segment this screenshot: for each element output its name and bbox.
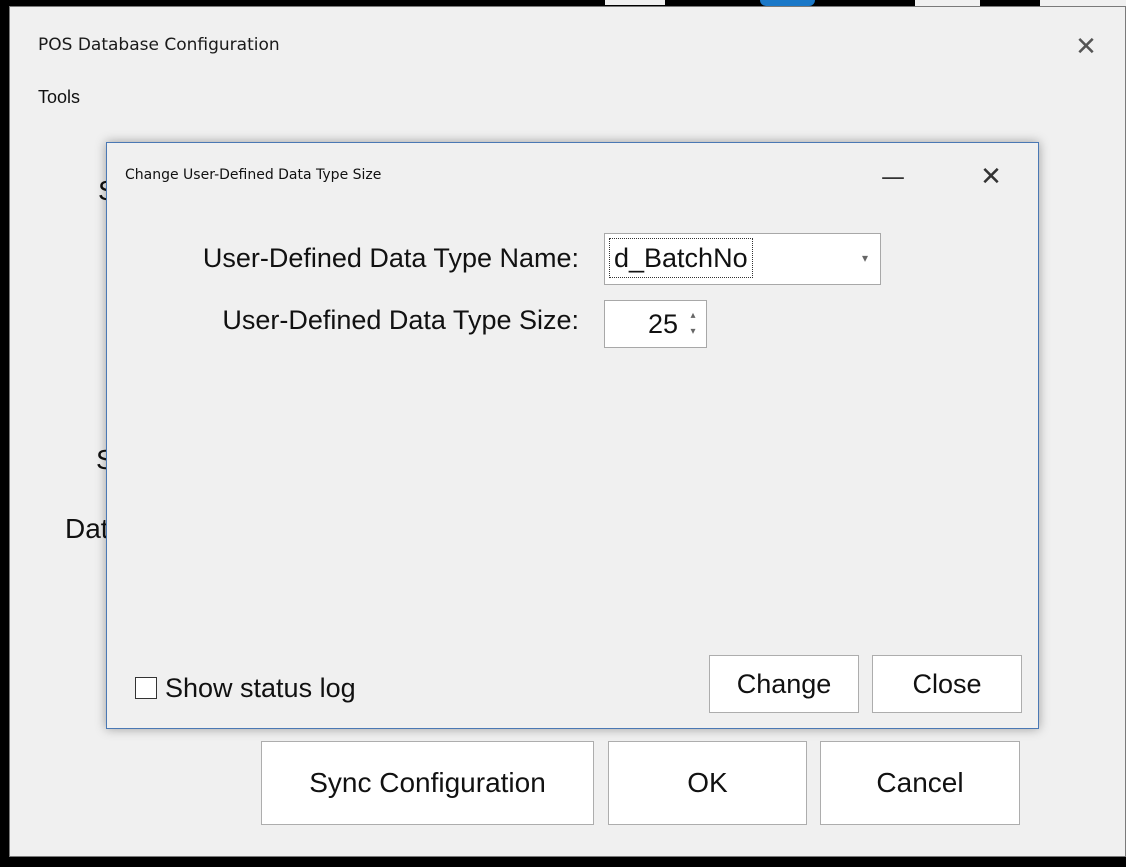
minimize-icon[interactable]: — [875,159,911,195]
dialog-title: Change User-Defined Data Type Size [125,167,382,183]
chevron-down-icon[interactable]: ▾ [856,246,874,270]
spin-down-icon[interactable]: ▾ [686,325,700,339]
main-window-title: POS Database Configuration [38,35,280,55]
data-type-size-value: 25 [647,309,678,339]
sync-configuration-button[interactable]: Sync Configuration [261,741,594,825]
spin-up-icon[interactable]: ▴ [686,309,700,323]
desktop-window-fragment [605,0,665,5]
desktop-bottom-strip [0,857,1126,867]
data-type-size-label: User-Defined Data Type Size: [222,305,579,335]
data-type-name-label: User-Defined Data Type Name: [202,243,579,273]
cancel-button[interactable]: Cancel [820,741,1020,825]
dialog-close-icon[interactable]: ✕ [973,159,1009,195]
data-type-name-value: d_BatchNo [609,238,753,278]
spin-buttons: ▴ ▾ [686,309,700,339]
show-status-log-label: Show status log [165,672,356,703]
close-button[interactable]: Close [872,655,1022,713]
menu-tools[interactable]: Tools [38,87,80,108]
change-button[interactable]: Change [709,655,859,713]
obscured-label-fragment: Dat [65,513,109,544]
change-data-type-size-dialog: Change User-Defined Data Type Size — ✕ U… [106,142,1039,729]
main-close-icon[interactable]: ✕ [1068,29,1104,65]
data-type-name-combobox[interactable]: d_BatchNo ▾ [604,233,881,285]
ok-button[interactable]: OK [608,741,807,825]
data-type-size-stepper[interactable]: 25 ▴ ▾ [604,300,707,348]
show-status-log-checkbox[interactable]: Show status log [135,668,356,708]
checkbox-box[interactable] [135,677,157,699]
